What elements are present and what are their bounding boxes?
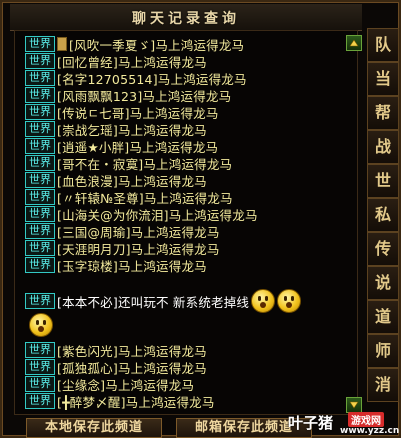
watermark-text: 叶子猪 xyxy=(288,414,334,432)
channel-tag[interactable]: 世界 xyxy=(25,206,55,222)
side-tab-private[interactable]: 私 xyxy=(367,198,399,232)
channel-tag[interactable]: 世界 xyxy=(25,70,55,86)
side-tab-broadcast[interactable]: 传 xyxy=(367,232,399,266)
chat-message[interactable]: 世界 [逍遥★小胖]马上鸿运得龙马 xyxy=(25,137,218,155)
chat-message[interactable]: 世界 [尘缘念]马上鸿运得龙马 xyxy=(25,375,194,393)
shocked-face-emoji-icon xyxy=(29,313,53,337)
channel-tag[interactable]: 世界 xyxy=(25,172,55,188)
chat-message[interactable]: 世界 [山海关@为你流泪]马上鸿运得龙马 xyxy=(25,205,258,223)
chat-message[interactable]: 世界 [崇战乞瑶]马上鸿运得龙马 xyxy=(25,120,207,138)
channel-tag[interactable]: 世界 xyxy=(25,138,55,154)
channel-tag[interactable]: 世界 xyxy=(25,293,55,309)
scroll-up-arrow-icon[interactable] xyxy=(346,35,362,51)
chat-message[interactable]: 世界 [紫色闪光]马上鸿运得龙马 xyxy=(25,341,207,359)
message-text: [本本不必]还叫玩不 新系统老掉线 xyxy=(57,294,250,310)
window-title: 聊天记录查询 xyxy=(132,11,240,27)
channel-tag[interactable]: 世界 xyxy=(25,257,55,273)
side-tab-message[interactable]: 消 xyxy=(367,368,399,402)
channel-tag[interactable]: 世界 xyxy=(25,53,55,69)
chat-log-panel[interactable]: 世界 [风吹一季夏ゞ]马上鸿运得龙马 世界 [回忆曾经]马上鸿运得龙马 世界 [… xyxy=(14,30,358,415)
channel-tag[interactable]: 世界 xyxy=(25,87,55,103)
channel-tag[interactable]: 世界 xyxy=(25,121,55,137)
side-tab-master[interactable]: 师 xyxy=(367,334,399,368)
chat-message[interactable]: 世界 [风雨飘飘123]马上鸿运得龙马 xyxy=(25,86,231,104)
site-watermark-logo: 叶子猪 游戏网 www.yzz.cn xyxy=(288,410,401,438)
channel-tag[interactable]: 世界 xyxy=(25,393,55,409)
channel-tag[interactable]: 世界 xyxy=(25,36,55,52)
chat-message[interactable]: 世界 [风吹一季夏ゞ]马上鸿运得龙马 xyxy=(25,35,244,53)
chat-message[interactable]: 世界 [╋醉梦〆醒]马上鸿运得龙马 xyxy=(25,392,215,410)
title-bar: 聊天记录查询 xyxy=(10,4,362,31)
message-text: [╋醉梦〆醒]马上鸿运得龙马 xyxy=(57,394,215,410)
chat-message[interactable]: 世界 [哥不在・寂寞]马上鸿运得龙马 xyxy=(25,154,232,172)
watermark-badge: 游戏网 xyxy=(348,412,384,427)
chat-message[interactable]: 世界 [孤独孤心]马上鸿运得龙马 xyxy=(25,358,207,376)
side-tab-world[interactable]: 世 xyxy=(367,164,399,198)
chat-message[interactable]: 世界 [传说ㄷ七哥]马上鸿运得龙马 xyxy=(25,103,219,121)
channel-side-tabs: 队 当 帮 战 世 私 传 说 道 师 消 xyxy=(364,18,401,413)
side-tab-item[interactable]: 道 xyxy=(367,300,399,334)
shocked-face-emoji-icon xyxy=(251,289,276,313)
channel-tag[interactable]: 世界 xyxy=(25,359,55,375)
channel-tag[interactable]: 世界 xyxy=(25,155,55,171)
channel-tag[interactable]: 世界 xyxy=(25,376,55,392)
side-tab-team[interactable]: 队 xyxy=(367,28,399,62)
chat-message[interactable]: 世界 [回忆曾经]马上鸿运得龙马 xyxy=(25,52,207,70)
save-local-button[interactable]: 本地保存此频道 xyxy=(26,418,162,438)
chat-message[interactable]: 世界 [玉字琼楼]马上鸿运得龙马 xyxy=(25,256,207,274)
chat-message[interactable]: 世界 [本本不必]还叫玩不 新系统老掉线 xyxy=(25,289,302,313)
pin-icon xyxy=(57,37,67,51)
chat-message[interactable]: 世界 [血色浪漫]马上鸿运得龙马 xyxy=(25,171,207,189)
chat-history-window: 聊天记录查询 世界 [风吹一季夏ゞ]马上鸿运得龙马 世界 [回忆曾经]马上鸿运得… xyxy=(0,0,401,438)
shocked-face-emoji-icon xyxy=(277,289,302,313)
side-tab-battle[interactable]: 战 xyxy=(367,130,399,164)
channel-tag[interactable]: 世界 xyxy=(25,104,55,120)
message-text: [玉字琼楼]马上鸿运得龙马 xyxy=(57,258,207,274)
channel-tag[interactable]: 世界 xyxy=(25,240,55,256)
channel-tag[interactable]: 世界 xyxy=(25,189,55,205)
side-tab-current[interactable]: 当 xyxy=(367,62,399,96)
side-tab-legend[interactable]: 说 xyxy=(367,266,399,300)
chat-message[interactable]: 世界 [〃轩辕№圣尊]马上鸿运得龙马 xyxy=(25,188,233,206)
chat-message[interactable]: 世界 [名字12705514]马上鸿运得龙马 xyxy=(25,69,247,87)
chat-message[interactable]: 世界 [三国@周瑜]马上鸿运得龙马 xyxy=(25,222,220,240)
channel-tag[interactable]: 世界 xyxy=(25,223,55,239)
chat-message[interactable]: 世界 [天涯明月刀]马上鸿运得龙马 xyxy=(25,239,220,257)
chat-message-continuation xyxy=(25,313,53,337)
channel-tag[interactable]: 世界 xyxy=(25,342,55,358)
watermark-url: www.yzz.cn xyxy=(340,426,400,436)
side-tab-guild[interactable]: 帮 xyxy=(367,96,399,130)
